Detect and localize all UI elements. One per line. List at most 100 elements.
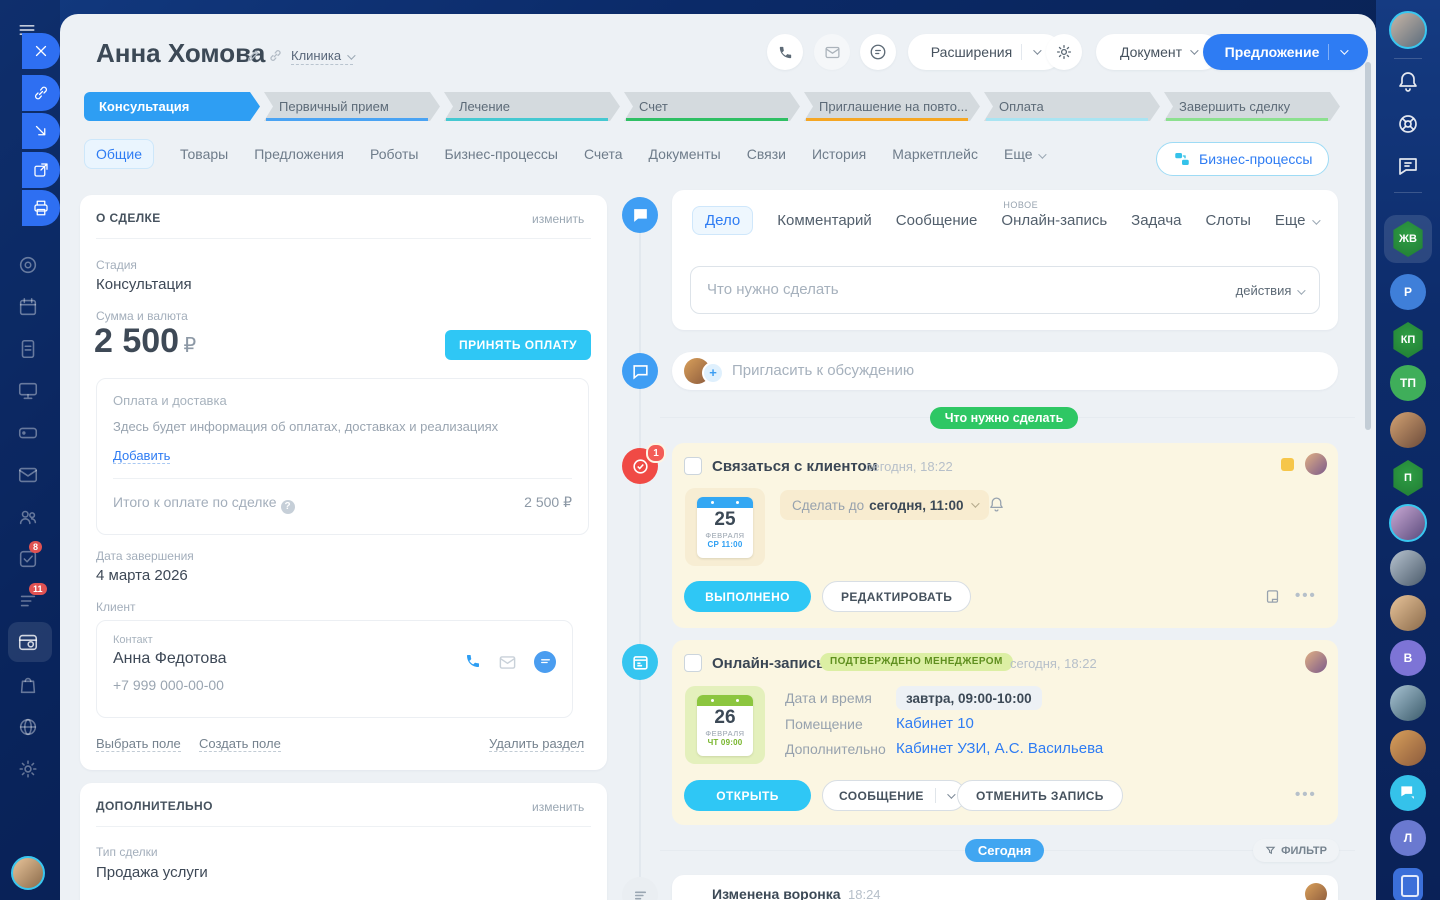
delete-section-link[interactable]: Удалить раздел: [489, 736, 584, 752]
filter-button[interactable]: ФИЛЬТР: [1253, 839, 1339, 862]
reminder-bell-icon[interactable]: [988, 496, 1005, 518]
task-title[interactable]: Связаться с клиентом: [712, 458, 878, 475]
edit-title-icon[interactable]: [246, 48, 261, 68]
scrollbar-thumb[interactable]: [1365, 62, 1371, 430]
tab-history[interactable]: История: [812, 146, 866, 162]
sidebar-item-market[interactable]: [17, 674, 39, 696]
stage-tab[interactable]: Консультация: [84, 92, 260, 121]
chat-avatar-photo[interactable]: [1389, 504, 1427, 542]
accept-payment-button[interactable]: ПРИНЯТЬ ОПЛАТУ: [445, 330, 591, 360]
chat-avatar-9[interactable]: ТП: [1390, 365, 1426, 401]
contact-name[interactable]: Анна Федотова: [113, 650, 227, 668]
record-open-button[interactable]: ОТКРЫТЬ: [684, 780, 811, 811]
composer-tab-slots[interactable]: Слоты: [1205, 212, 1250, 229]
tab-offers[interactable]: Предложения: [254, 146, 344, 162]
contact-email-icon[interactable]: [498, 653, 517, 677]
tab-robots[interactable]: Роботы: [370, 146, 418, 162]
avatar[interactable]: [1305, 651, 1327, 673]
sidebar-item-crm[interactable]: [17, 254, 39, 276]
composer-input[interactable]: Что нужно сделать действия: [690, 266, 1320, 314]
stage-tab[interactable]: Лечение: [444, 92, 620, 121]
sidebar-item-users[interactable]: [17, 506, 39, 528]
document-button[interactable]: Документ: [1096, 34, 1220, 70]
record-room-link[interactable]: Кабинет 10: [896, 715, 974, 732]
close-icon[interactable]: [22, 33, 60, 69]
email-button[interactable]: [814, 34, 850, 70]
support-icon[interactable]: [1396, 112, 1420, 136]
print-icon[interactable]: [22, 190, 60, 226]
copy-link-icon[interactable]: [268, 48, 283, 68]
pipeline-select[interactable]: Клиника: [291, 48, 353, 65]
chat-avatar-photo[interactable]: [1390, 550, 1426, 586]
settings-button[interactable]: [1046, 34, 1082, 70]
user-avatar[interactable]: [11, 856, 45, 890]
chat-avatar-photo[interactable]: [1390, 412, 1426, 448]
composer-tab-comment[interactable]: Комментарий: [777, 212, 871, 229]
sidebar-item-feed[interactable]: 11: [17, 590, 39, 612]
record-message-button[interactable]: СООБЩЕНИЕ: [822, 780, 966, 811]
tab-links[interactable]: Связи: [747, 146, 786, 162]
stage-tab[interactable]: Приглашение на повто...: [804, 92, 980, 121]
sidebar-item-sites[interactable]: [17, 716, 39, 738]
chat-avatar-15[interactable]: В: [1390, 640, 1426, 676]
contact-chat-icon[interactable]: [534, 651, 556, 673]
stage-tab[interactable]: Завершить сделку: [1164, 92, 1340, 121]
deal-edit-link[interactable]: изменить: [532, 212, 584, 226]
chat-avatar-photo[interactable]: [1390, 730, 1426, 766]
chat-avatar-7[interactable]: Р: [1390, 274, 1426, 310]
select-field-link[interactable]: Выбрать поле: [96, 736, 181, 752]
task-done-button[interactable]: ВЫПОЛНЕНО: [684, 581, 811, 612]
record-extra-link[interactable]: Кабинет УЗИ, А.С. Васильева: [896, 740, 1103, 757]
record-title[interactable]: Онлайн-запись: [712, 655, 825, 672]
stage-tab[interactable]: Оплата: [984, 92, 1160, 121]
stage-tab[interactable]: Первичный прием: [264, 92, 440, 121]
help-icon[interactable]: ?: [281, 500, 295, 514]
record-menu-dots[interactable]: •••: [1295, 786, 1317, 803]
sidebar-item-calendar[interactable]: [17, 296, 39, 318]
sticker-icon[interactable]: [1281, 458, 1294, 471]
chat-avatar-19[interactable]: Л: [1390, 820, 1426, 856]
actions-dropdown[interactable]: действия: [1236, 283, 1303, 298]
chats-icon[interactable]: [1390, 775, 1426, 811]
task-deadline-dropdown[interactable]: Сделать до сегодня, 11:00: [780, 490, 989, 520]
sidebar-item-mail[interactable]: [17, 464, 39, 486]
messenger-button[interactable]: [860, 34, 896, 70]
sidebar-item-board[interactable]: [17, 380, 39, 402]
tab-general[interactable]: Общие: [84, 139, 154, 169]
record-checkbox[interactable]: [684, 654, 702, 672]
link-icon[interactable]: [22, 75, 60, 111]
composer-tab-deal[interactable]: Дело: [692, 206, 753, 235]
chat-avatar-photo[interactable]: [1389, 11, 1427, 49]
tab-documents[interactable]: Документы: [649, 146, 721, 162]
create-field-link[interactable]: Создать поле: [199, 736, 281, 752]
offer-button[interactable]: Предложение: [1203, 34, 1368, 70]
sidebar-item-doc[interactable]: [17, 338, 39, 360]
sidebar-item-booking[interactable]: [17, 631, 39, 653]
record-cancel-button[interactable]: ОТМЕНИТЬ ЗАПИСЬ: [957, 780, 1123, 811]
app-shortcut[interactable]: [1393, 868, 1423, 900]
business-processes-button[interactable]: Бизнес-процессы: [1156, 142, 1329, 176]
composer-tab-task[interactable]: Задача: [1131, 212, 1181, 229]
additional-edit-link[interactable]: изменить: [532, 800, 584, 814]
extensions-button[interactable]: Расширения: [908, 34, 1062, 70]
today-pill[interactable]: Сегодня: [965, 839, 1044, 862]
invite-plus-icon[interactable]: +: [702, 362, 724, 384]
external-icon[interactable]: [22, 152, 60, 188]
note-icon[interactable]: [1264, 588, 1281, 610]
sidebar-item-drive[interactable]: [17, 422, 39, 444]
chat-avatar-photo[interactable]: [1390, 595, 1426, 631]
tab-more[interactable]: Еще: [1004, 146, 1044, 162]
task-edit-button[interactable]: РЕДАКТИРОВАТЬ: [822, 581, 971, 612]
contact-call-icon[interactable]: [464, 652, 482, 675]
tab-marketplace[interactable]: Маркетплейс: [892, 146, 978, 162]
composer-tab-online-record[interactable]: НОВОЕ Онлайн-запись: [1001, 212, 1107, 229]
chat-avatar-photo[interactable]: [1390, 685, 1426, 721]
task-menu-dots[interactable]: •••: [1295, 587, 1317, 604]
tab-invoices[interactable]: Счета: [584, 146, 623, 162]
tab-bp[interactable]: Бизнес-процессы: [444, 146, 557, 162]
payment-add-link[interactable]: Добавить: [113, 448, 170, 464]
invite-bar[interactable]: + Пригласить к обсуждению: [672, 352, 1338, 390]
bell-icon[interactable]: [1396, 70, 1420, 94]
messenger-icon[interactable]: [1396, 154, 1420, 178]
stage-tab[interactable]: Счет: [624, 92, 800, 121]
